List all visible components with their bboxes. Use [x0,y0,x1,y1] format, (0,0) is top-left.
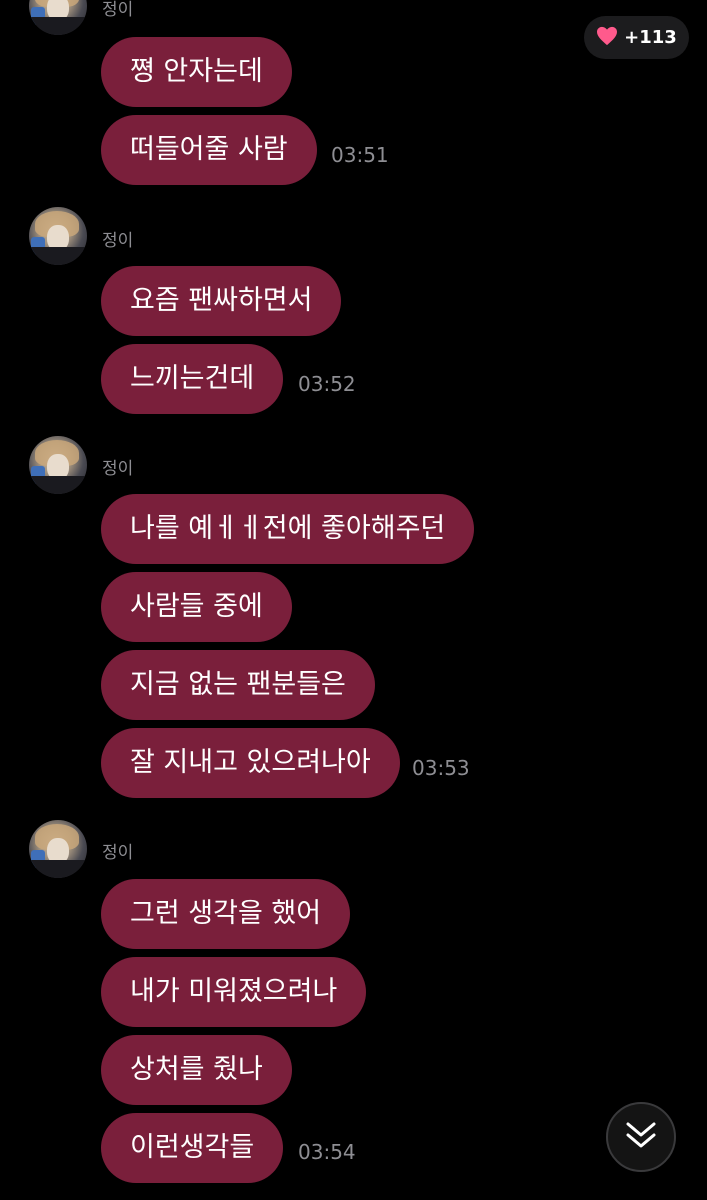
avatar[interactable] [29,207,87,265]
message-timestamp: 03:54 [298,1140,356,1164]
scroll-to-bottom-button[interactable] [606,1102,676,1172]
heart-icon [596,26,618,50]
sender-name: 정이 [102,0,134,20]
sender-name: 정이 [102,843,134,863]
avatar[interactable] [29,0,87,35]
message-timestamp: 03:52 [298,372,356,396]
sender-name: 정이 [102,459,134,479]
message-bubble[interactable]: 상처를 줬나 [101,1035,292,1105]
message-timestamp: 03:53 [412,756,470,780]
avatar[interactable] [29,820,87,878]
message-bubble[interactable]: 지금 없는 팬분들은 [101,650,375,720]
double-chevron-down-icon [624,1120,658,1154]
message-bubble[interactable]: 내가 미워졌으려나 [101,957,367,1027]
message-bubble[interactable]: 느끼는건데 [101,344,284,414]
message-bubble[interactable]: 떠들어줄 사람 [101,115,317,185]
like-counter-button[interactable]: +113 [584,16,689,59]
message-bubble[interactable]: 나를 예ㅔㅔ전에 좋아해주던 [101,494,475,564]
like-count: +113 [624,27,677,48]
message-timestamp: 03:51 [331,143,389,167]
message-bubble[interactable]: 잘 지내고 있으려나아 [101,728,400,798]
message-bubble[interactable]: 요즘 팬싸하면서 [101,266,342,336]
avatar[interactable] [29,436,87,494]
message-bubble[interactable]: 그런 생각을 했어 [101,879,351,949]
message-bubble[interactable]: 사람들 중에 [101,572,292,642]
sender-name: 정이 [102,231,134,251]
message-bubble[interactable]: 쪙 안자는데 [101,37,292,107]
message-bubble[interactable]: 이런생각들 [101,1113,284,1183]
